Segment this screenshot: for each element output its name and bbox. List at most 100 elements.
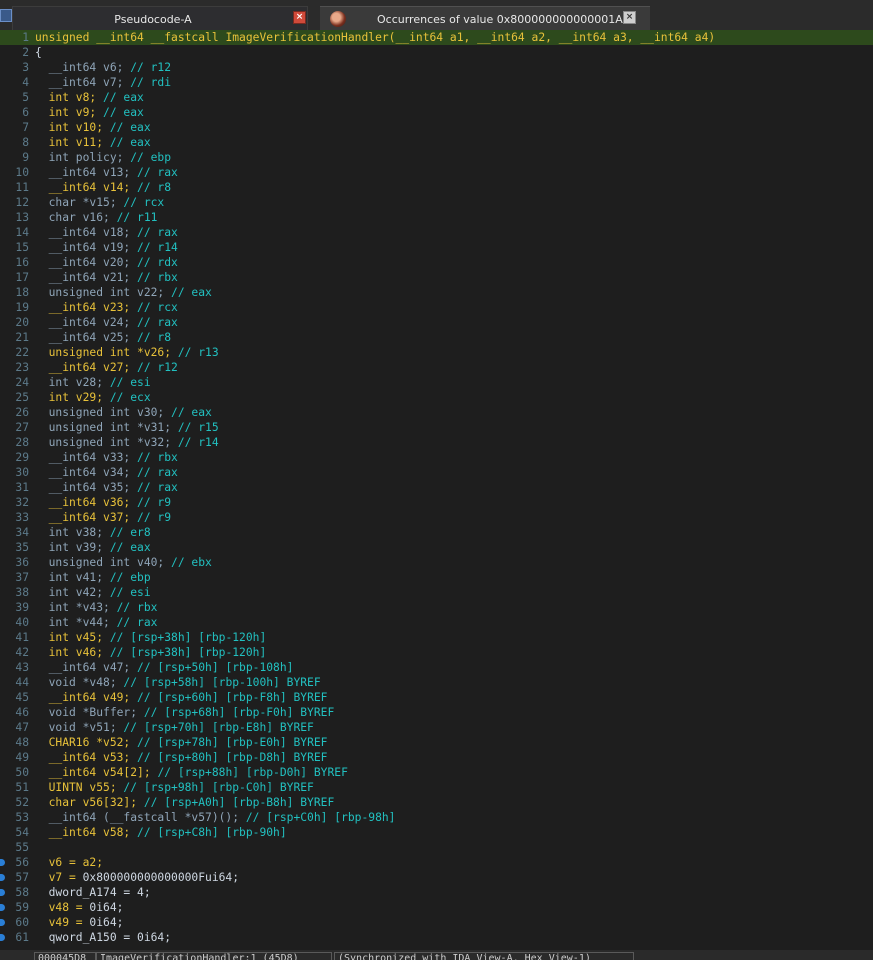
code-text: v49 = 0i64; — [35, 915, 124, 930]
code-line[interactable]: 2{ — [0, 45, 873, 60]
code-line[interactable]: 6 int v9; // eax — [0, 105, 873, 120]
line-number: 37 — [15, 571, 29, 584]
code-line[interactable]: 25 int v29; // ecx — [0, 390, 873, 405]
code-line[interactable]: 19 __int64 v23; // rcx — [0, 300, 873, 315]
code-line[interactable]: 18 unsigned int v22; // eax — [0, 285, 873, 300]
code-line[interactable]: 36 unsigned int v40; // ebx — [0, 555, 873, 570]
code-token: __int64 v13; — [35, 166, 138, 179]
code-token: // [rsp+60h] [rbp-F8h] BYREF — [137, 691, 328, 704]
close-icon[interactable]: × — [623, 11, 636, 24]
code-line[interactable]: 59 v48 = 0i64; — [0, 900, 873, 915]
code-line[interactable]: 9 int policy; // ebp — [0, 150, 873, 165]
code-line[interactable]: 22 unsigned int *v26; // r13 — [0, 345, 873, 360]
code-line[interactable]: 12 char *v15; // rcx — [0, 195, 873, 210]
code-line[interactable]: 35 int v39; // eax — [0, 540, 873, 555]
code-token: char v56[32]; — [35, 796, 144, 809]
tab-pseudocode-a[interactable]: Pseudocode-A × — [12, 6, 308, 30]
code-line[interactable]: 53 __int64 (__fastcall *v57)(); // [rsp+… — [0, 810, 873, 825]
close-icon[interactable]: × — [293, 11, 306, 24]
code-line[interactable]: 37 int v41; // ebp — [0, 570, 873, 585]
code-line[interactable]: 52 char v56[32]; // [rsp+A0h] [rbp-B8h] … — [0, 795, 873, 810]
code-token: v7 = — [35, 871, 83, 884]
line-number: 21 — [15, 331, 29, 344]
code-line[interactable]: 21 __int64 v25; // r8 — [0, 330, 873, 345]
code-line[interactable]: 17 __int64 v21; // rbx — [0, 270, 873, 285]
code-token: void *v51; — [35, 721, 124, 734]
code-token: int v29; — [35, 391, 110, 404]
code-text: v6 = a2; — [35, 855, 103, 870]
line-number: 20 — [15, 316, 29, 329]
code-token: , — [626, 31, 641, 44]
code-line[interactable]: 32 __int64 v36; // r9 — [0, 495, 873, 510]
code-line[interactable]: 30 __int64 v34; // rax — [0, 465, 873, 480]
code-line[interactable]: 4 __int64 v7; // rdi — [0, 75, 873, 90]
code-line[interactable]: 34 int v38; // er8 — [0, 525, 873, 540]
code-token: int v10; — [35, 121, 110, 134]
code-token: // [rsp+58h] [rbp-100h] BYREF — [123, 676, 321, 689]
code-line[interactable]: 13 char v16; // r11 — [0, 210, 873, 225]
code-line[interactable]: 60 v49 = 0i64; — [0, 915, 873, 930]
code-token: int policy; — [35, 151, 131, 164]
line-number: 43 — [15, 661, 29, 674]
code-line[interactable]: 15 __int64 v19; // r14 — [0, 240, 873, 255]
code-text: int v10; // eax — [35, 120, 151, 135]
code-line[interactable]: 28 unsigned int *v32; // r14 — [0, 435, 873, 450]
code-line[interactable]: 29 __int64 v33; // rbx — [0, 450, 873, 465]
code-line[interactable]: 40 int *v44; // rax — [0, 615, 873, 630]
code-line[interactable]: 24 int v28; // esi — [0, 375, 873, 390]
code-line[interactable]: 3 __int64 v6; // r12 — [0, 60, 873, 75]
code-token: // eax — [109, 136, 151, 149]
code-line[interactable]: 20 __int64 v24; // rax — [0, 315, 873, 330]
code-text: dword_A174 = 4; — [35, 885, 151, 900]
code-line[interactable]: 16 __int64 v20; // rdx — [0, 255, 873, 270]
code-line[interactable]: 38 int v42; // esi — [0, 585, 873, 600]
code-line[interactable]: 58 dword_A174 = 4; — [0, 885, 873, 900]
code-line[interactable]: 55 — [0, 840, 873, 855]
code-line[interactable]: 45 __int64 v49; // [rsp+60h] [rbp-F8h] B… — [0, 690, 873, 705]
code-line[interactable]: 41 int v45; // [rsp+38h] [rbp-120h] — [0, 630, 873, 645]
code-line[interactable]: 61 qword_A150 = 0i64; — [0, 930, 873, 945]
code-line[interactable]: 44 void *v48; // [rsp+58h] [rbp-100h] BY… — [0, 675, 873, 690]
code-line[interactable]: 14 __int64 v18; // rax — [0, 225, 873, 240]
code-line[interactable]: 27 unsigned int *v31; // r15 — [0, 420, 873, 435]
code-line[interactable]: 26 unsigned int v30; // eax — [0, 405, 873, 420]
code-line[interactable]: 10 __int64 v13; // rax — [0, 165, 873, 180]
code-line[interactable]: 31 __int64 v35; // rax — [0, 480, 873, 495]
code-line[interactable]: 11 __int64 v14; // r8 — [0, 180, 873, 195]
code-line[interactable]: 8 int v11; // eax — [0, 135, 873, 150]
code-line[interactable]: 50 __int64 v54[2]; // [rsp+88h] [rbp-D0h… — [0, 765, 873, 780]
code-line[interactable]: 56 v6 = a2; — [0, 855, 873, 870]
code-token: // eax — [171, 406, 212, 419]
code-line[interactable]: 23 __int64 v27; // r12 — [0, 360, 873, 375]
code-token: // [rsp+C0h] [rbp-98h] — [245, 811, 396, 824]
status-location: ImageVerificationHandler:1 (45D8) — [96, 952, 332, 960]
code-token: __int64 v18; — [35, 226, 138, 239]
code-line[interactable]: 39 int *v43; // rbx — [0, 600, 873, 615]
code-line[interactable]: 57 v7 = 0x800000000000000Fui64; — [0, 870, 873, 885]
code-token: { — [35, 46, 42, 59]
code-line[interactable]: 54 __int64 v58; // [rsp+C8h] [rbp-90h] — [0, 825, 873, 840]
code-line[interactable]: 7 int v10; // eax — [0, 120, 873, 135]
pseudocode-view[interactable]: 1 unsigned __int64 __fastcall ImageVerifi… — [0, 30, 873, 950]
code-line[interactable]: 1 unsigned __int64 __fastcall ImageVerifi… — [0, 30, 873, 45]
code-line[interactable]: 49 __int64 v53; // [rsp+80h] [rbp-D8h] B… — [0, 750, 873, 765]
code-text: __int64 v13; // rax — [35, 165, 178, 180]
line-number: 4 — [22, 76, 29, 89]
code-line[interactable]: 43 __int64 v47; // [rsp+50h] [rbp-108h] — [0, 660, 873, 675]
code-line[interactable]: 46 void *Buffer; // [rsp+68h] [rbp-F0h] … — [0, 705, 873, 720]
code-token: // esi — [109, 586, 151, 599]
code-line[interactable]: 51 UINTN v55; // [rsp+98h] [rbp-C0h] BYR… — [0, 780, 873, 795]
code-line[interactable]: 5 int v8; // eax — [0, 90, 873, 105]
line-number: 39 — [15, 601, 29, 614]
code-line[interactable]: 42 int v46; // [rsp+38h] [rbp-120h] — [0, 645, 873, 660]
code-token: // eax — [171, 286, 212, 299]
tab-occurrences[interactable]: Occurrences of value 0x800000000000001A … — [320, 6, 650, 30]
code-line[interactable]: 33 __int64 v37; // r9 — [0, 510, 873, 525]
code-token: , — [463, 31, 478, 44]
code-token: unsigned int v30; — [35, 406, 172, 419]
code-line[interactable]: 47 void *v51; // [rsp+70h] [rbp-E8h] BYR… — [0, 720, 873, 735]
code-line[interactable]: 48 CHAR16 *v52; // [rsp+78h] [rbp-E0h] B… — [0, 735, 873, 750]
line-number: 50 — [15, 766, 29, 779]
line-number: 35 — [15, 541, 29, 554]
line-number: 42 — [15, 646, 29, 659]
